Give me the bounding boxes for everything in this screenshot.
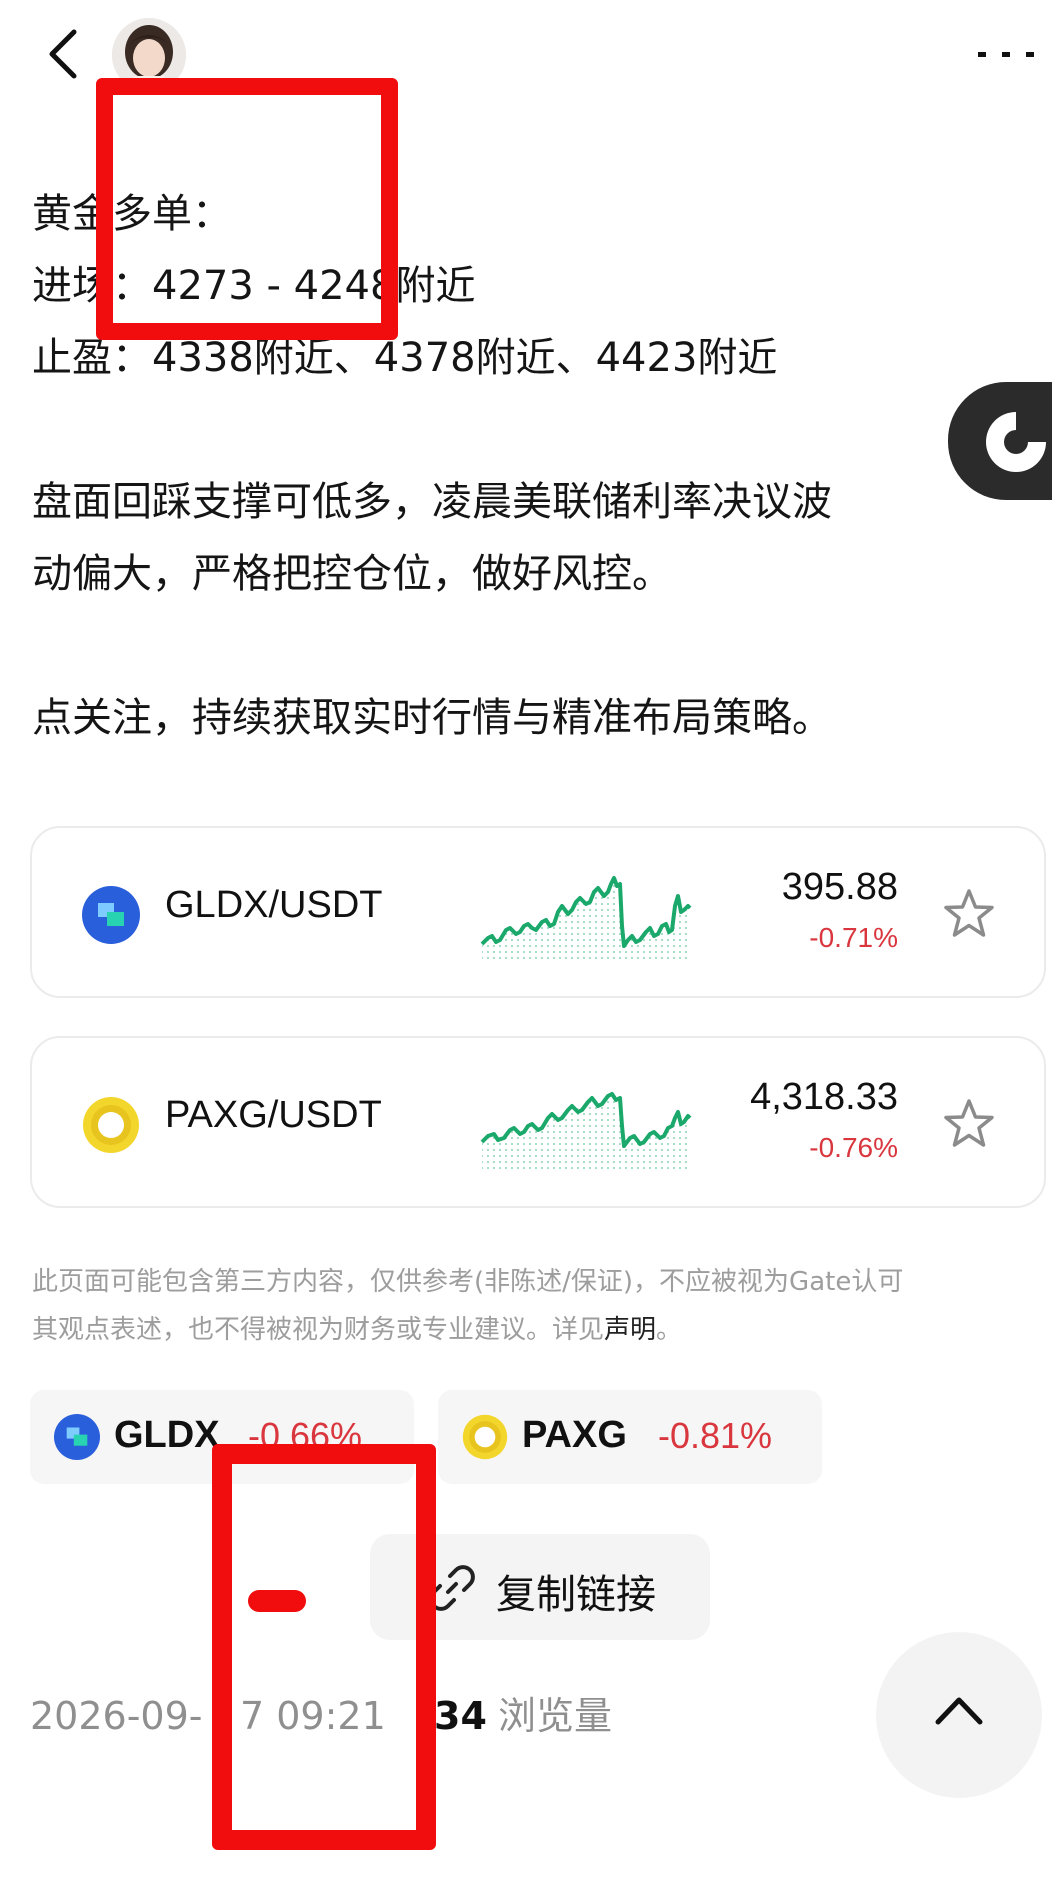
annotation-dash-mark bbox=[248, 1590, 306, 1612]
annotation-redact-box-2 bbox=[212, 1444, 436, 1850]
scroll-to-top-button[interactable] bbox=[876, 1632, 1042, 1798]
star-outline-icon[interactable] bbox=[942, 1098, 996, 1150]
view-label: 浏览量 bbox=[498, 1694, 613, 1738]
market-pair: GLDX/USDT bbox=[165, 884, 383, 926]
post-paragraph-3: 点关注，持续获取实时行情与精准布局策略。 bbox=[32, 682, 1032, 754]
disclaimer-link[interactable]: 声明 bbox=[604, 1315, 656, 1345]
tag-symbol: GLDX bbox=[114, 1414, 220, 1456]
view-count: 34 bbox=[434, 1694, 487, 1738]
market-price: 4,318.33 bbox=[750, 1076, 898, 1118]
tag-symbol: PAXG bbox=[522, 1414, 627, 1456]
gldx-coin-icon bbox=[54, 1414, 100, 1460]
back-button[interactable] bbox=[44, 26, 84, 82]
disclaimer-end: 。 bbox=[656, 1315, 683, 1345]
refresh-icon bbox=[986, 412, 1046, 472]
copy-link-label: 复制链接 bbox=[496, 1572, 656, 1618]
tag-change: -0.81% bbox=[658, 1415, 773, 1456]
tag-chip-paxg[interactable]: PAXG -0.81% bbox=[438, 1390, 822, 1484]
more-horizontal-icon bbox=[978, 52, 1034, 57]
post-paragraph-2: 盘面回踩支撑可低多，凌晨美联储利率决议波 动偏大，严格把控仓位，做好风控。 bbox=[32, 466, 1032, 610]
post-para2-line1: 盘面回踩支撑可低多，凌晨美联储利率决议波 bbox=[32, 479, 832, 525]
disclaimer-line2: 其观点表述，也不得被视为财务或专业建议。详见 bbox=[32, 1315, 605, 1345]
disclaimer: 此页面可能包含第三方内容，仅供参考(非陈述/保证)，不应被视为Gate认可 其观… bbox=[32, 1258, 1032, 1354]
market-change: -0.76% bbox=[809, 1132, 898, 1163]
more-button[interactable] bbox=[976, 36, 1036, 72]
disclaimer-line1: 此页面可能包含第三方内容，仅供参考(非陈述/保证)，不应被视为Gate认可 bbox=[32, 1267, 904, 1297]
sparkline-chart bbox=[480, 1092, 692, 1172]
star-outline-icon[interactable] bbox=[942, 888, 996, 940]
chevron-left-icon bbox=[49, 29, 77, 79]
sparkline-chart bbox=[480, 876, 692, 962]
post-date: 2026-09- bbox=[30, 1694, 203, 1738]
market-pair: PAXG/USDT bbox=[165, 1094, 382, 1136]
market-card-paxg[interactable]: PAXG/USDT 4,318.33 -0.76% bbox=[30, 1036, 1046, 1208]
gldx-coin-icon bbox=[82, 886, 140, 944]
annotation-redact-box-1 bbox=[96, 78, 398, 340]
market-change: -0.71% bbox=[809, 922, 898, 953]
post-para2-line2: 动偏大，严格把控仓位，做好风控。 bbox=[32, 551, 672, 597]
refresh-tab[interactable] bbox=[948, 382, 1052, 500]
chevron-up-icon bbox=[935, 1697, 983, 1725]
paxg-coin-icon bbox=[462, 1414, 508, 1460]
market-card-gldx[interactable]: GLDX/USDT 395.88 -0.71% bbox=[30, 826, 1046, 998]
market-price: 395.88 bbox=[781, 866, 898, 908]
post-para3: 点关注，持续获取实时行情与精准布局策略。 bbox=[32, 695, 832, 741]
paxg-coin-icon bbox=[83, 1097, 139, 1153]
